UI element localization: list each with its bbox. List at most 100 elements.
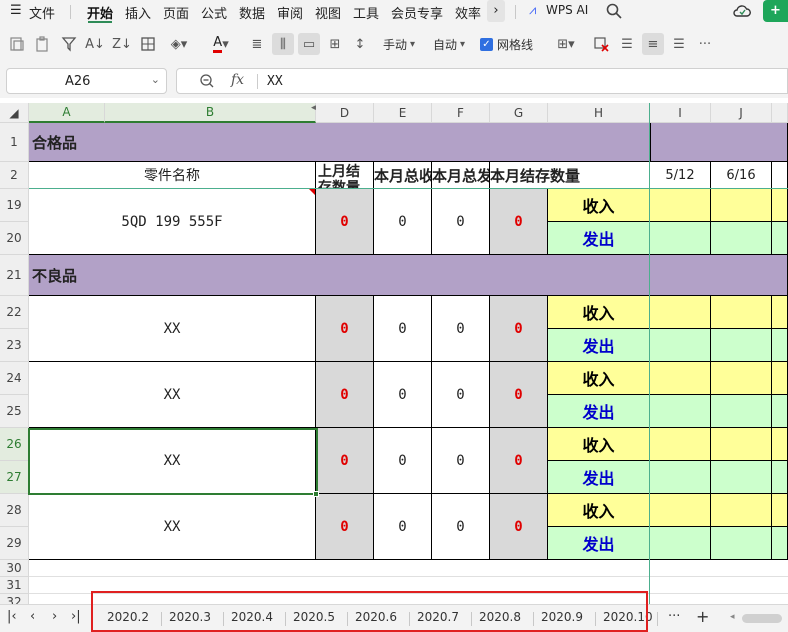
more-options-icon[interactable]: ··· — [694, 33, 716, 55]
menu-view[interactable]: 视图 — [315, 3, 341, 22]
last-month-stock-cell[interactable]: 0 — [316, 362, 374, 428]
column-header-a[interactable]: A — [29, 103, 105, 123]
last-sheet-icon[interactable]: ›| — [71, 609, 81, 624]
menu-page[interactable]: 页面 — [163, 3, 189, 22]
formula-input[interactable]: fx XX — [176, 68, 788, 94]
row-header-26[interactable]: 26 — [0, 428, 29, 461]
month-in-total-cell[interactable]: 0 — [374, 362, 432, 428]
last-month-stock-cell[interactable]: 0 — [316, 428, 374, 494]
in-value-cell-j[interactable] — [711, 494, 772, 527]
row-header-19[interactable]: 19 — [0, 189, 29, 222]
in-label-cell[interactable]: 收入 — [548, 362, 650, 395]
header-last-month-stock[interactable]: 上月结存数量 — [316, 162, 374, 189]
align-left-icon[interactable]: ☰ — [616, 33, 638, 55]
month-in-total-cell[interactable]: 0 — [374, 189, 432, 255]
out-value-cell-k[interactable] — [772, 527, 788, 560]
formula-content[interactable]: XX — [267, 74, 283, 89]
zoom-search-icon[interactable] — [199, 73, 215, 93]
out-value-cell-i[interactable] — [650, 527, 711, 560]
date-header-k[interactable] — [772, 162, 788, 189]
borders-icon[interactable] — [137, 33, 159, 55]
month-in-total-cell[interactable]: 0 — [374, 296, 432, 362]
out-value-cell-k[interactable] — [772, 461, 788, 494]
in-value-cell-i[interactable] — [650, 362, 711, 395]
month-out-total-cell[interactable]: 0 — [432, 189, 490, 255]
header-month-in-total[interactable]: 本月总收 — [374, 162, 432, 189]
out-value-cell-i[interactable] — [650, 329, 711, 362]
in-value-cell-i[interactable] — [650, 189, 711, 222]
menu-home[interactable]: 开始 — [87, 3, 113, 22]
column-header-h[interactable]: H — [548, 103, 650, 123]
month-end-stock-cell[interactable]: 0 — [490, 428, 548, 494]
out-value-cell-j[interactable] — [711, 222, 772, 255]
column-width-dropdown[interactable]: 自动 ▾ — [428, 33, 470, 55]
wps-ai-button[interactable]: WPS AI — [546, 3, 588, 17]
column-header-k[interactable] — [772, 103, 788, 123]
gridlines-checkbox[interactable]: ✓ 网格线 — [480, 33, 540, 55]
menu-file[interactable]: 文件 — [29, 3, 55, 22]
section-title-good[interactable]: 合格品 — [29, 123, 650, 162]
row-header-25[interactable]: 25 — [0, 395, 29, 428]
header-month-end-stock[interactable]: 本月结存数量 — [490, 162, 650, 189]
next-sheet-icon[interactable]: › — [52, 609, 57, 624]
align-center-icon[interactable]: ≡ — [642, 33, 664, 55]
in-value-cell-j[interactable] — [711, 428, 772, 461]
out-value-cell-i[interactable] — [650, 461, 711, 494]
in-value-cell-k[interactable] — [772, 362, 788, 395]
row-header-31[interactable]: 31 — [0, 577, 29, 594]
in-value-cell-k[interactable] — [772, 189, 788, 222]
chevron-down-icon[interactable]: ⌄ — [151, 73, 160, 86]
column-header-b[interactable]: B — [105, 103, 316, 123]
row-header-27[interactable]: 27 — [0, 461, 29, 494]
in-label-cell[interactable]: 收入 — [548, 296, 650, 329]
select-all-corner[interactable]: ◢ — [0, 103, 29, 123]
empty-row-30[interactable] — [29, 560, 788, 577]
menu-tools[interactable]: 工具 — [353, 3, 379, 22]
month-in-total-cell[interactable]: 0 — [374, 428, 432, 494]
in-value-cell-k[interactable] — [772, 428, 788, 461]
part-name-cell[interactable]: 5QD 199 555F — [29, 189, 316, 255]
out-value-cell-j[interactable] — [711, 329, 772, 362]
function-icon[interactable]: fx — [231, 72, 244, 88]
clear-format-icon[interactable] — [590, 33, 612, 55]
menu-member[interactable]: 会员专享 — [391, 3, 443, 22]
prev-sheet-icon[interactable]: ‹ — [30, 609, 35, 624]
in-label-cell[interactable]: 收入 — [548, 428, 650, 461]
out-value-cell-k[interactable] — [772, 222, 788, 255]
column-header-f[interactable]: F — [432, 103, 490, 123]
out-value-cell-i[interactable] — [650, 222, 711, 255]
column-header-i[interactable]: I — [650, 103, 711, 123]
header-month-out-total[interactable]: 本月总发 — [432, 162, 490, 189]
format-painter-icon[interactable] — [6, 33, 28, 55]
column-header-d[interactable]: D — [316, 103, 374, 123]
header-part-name[interactable]: 零件名称 — [29, 162, 316, 189]
out-label-cell[interactable]: 发出 — [548, 222, 650, 255]
month-end-stock-cell[interactable]: 0 — [490, 362, 548, 428]
row-header-30[interactable]: 30 — [0, 560, 29, 577]
row-header-21[interactable]: 21 — [0, 255, 29, 296]
in-value-cell-k[interactable] — [772, 296, 788, 329]
section-title-bad[interactable]: 不良品 — [29, 255, 650, 296]
row-header-20[interactable]: 20 — [0, 222, 29, 255]
fill-color-icon[interactable]: ◈▾ — [165, 33, 193, 55]
month-end-stock-cell[interactable]: 0 — [490, 494, 548, 560]
in-value-cell-i[interactable] — [650, 428, 711, 461]
in-value-cell-i[interactable] — [650, 494, 711, 527]
table-style-icon[interactable]: ⊞▾ — [551, 33, 581, 55]
sort-ascending-icon[interactable]: A↓ — [83, 33, 107, 55]
month-out-total-cell[interactable]: 0 — [432, 494, 490, 560]
row-header-2[interactable]: 2 — [0, 162, 29, 189]
out-value-cell-j[interactable] — [711, 527, 772, 560]
paste-icon[interactable] — [31, 33, 53, 55]
distribute-columns-icon[interactable]: ⫼ — [272, 33, 294, 55]
in-value-cell-k[interactable] — [772, 494, 788, 527]
month-end-stock-cell[interactable]: 0 — [490, 296, 548, 362]
menu-insert[interactable]: 插入 — [125, 3, 151, 22]
out-label-cell[interactable]: 发出 — [548, 329, 650, 362]
row-height-dropdown[interactable]: 手动 ▾ — [378, 33, 420, 55]
menu-formula[interactable]: 公式 — [201, 3, 227, 22]
wrap-text-icon[interactable]: ≣ — [246, 33, 268, 55]
share-button[interactable]: + — [763, 0, 788, 22]
more-sheets-button[interactable]: ··· — [668, 609, 680, 624]
part-name-cell[interactable]: XX — [29, 362, 316, 428]
